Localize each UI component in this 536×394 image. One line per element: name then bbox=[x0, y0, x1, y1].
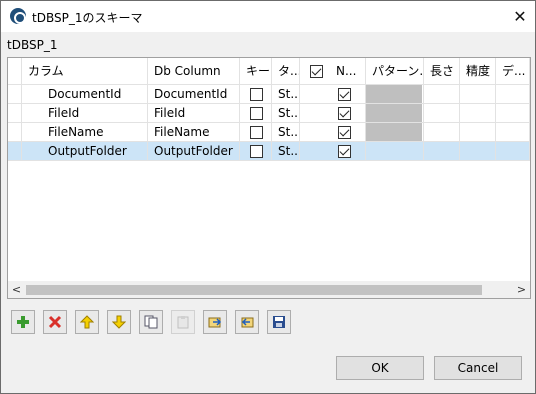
cancel-button[interactable]: Cancel bbox=[434, 356, 522, 380]
export-button[interactable] bbox=[235, 310, 259, 334]
cell-column[interactable]: FileId bbox=[22, 104, 148, 123]
header-default[interactable]: デ... bbox=[496, 58, 530, 85]
cell-type[interactable]: St... bbox=[272, 142, 300, 161]
copy-icon bbox=[144, 315, 158, 329]
cell-pattern[interactable] bbox=[366, 142, 424, 161]
table-row[interactable]: FileId FileId St... bbox=[8, 104, 530, 123]
header-precision[interactable]: 精度 bbox=[460, 58, 496, 85]
row-header bbox=[8, 104, 22, 123]
row-header bbox=[8, 85, 22, 104]
pattern-disabled-fill bbox=[366, 123, 422, 141]
schema-table: カラム Db Column キー タ... N... パターン... 長さ 精度… bbox=[7, 57, 531, 299]
header-column[interactable]: カラム bbox=[22, 58, 148, 85]
table-row[interactable]: DocumentId DocumentId St... bbox=[8, 85, 530, 104]
import-button[interactable] bbox=[203, 310, 227, 334]
close-button[interactable]: ✕ bbox=[505, 1, 535, 32]
header-length[interactable]: 長さ bbox=[424, 58, 460, 85]
row-header bbox=[8, 142, 22, 161]
key-checkbox[interactable] bbox=[250, 126, 263, 139]
add-button[interactable] bbox=[11, 310, 35, 334]
pattern-disabled-fill bbox=[366, 85, 422, 103]
ok-button[interactable]: OK bbox=[336, 356, 424, 380]
cell-nullable[interactable] bbox=[300, 123, 366, 142]
move-up-icon bbox=[80, 315, 94, 329]
key-checkbox[interactable] bbox=[250, 107, 263, 120]
pattern-disabled-fill bbox=[366, 104, 422, 122]
key-checkbox[interactable] bbox=[250, 145, 263, 158]
cell-length[interactable] bbox=[424, 85, 460, 104]
header-nullable-label: N... bbox=[336, 64, 357, 78]
header-key[interactable]: キー bbox=[240, 58, 272, 85]
export-icon bbox=[241, 317, 254, 328]
nullable-checkbox[interactable] bbox=[338, 107, 351, 120]
delete-button[interactable] bbox=[43, 310, 67, 334]
scroll-left-arrow[interactable]: < bbox=[8, 281, 25, 298]
cell-db-column[interactable]: FileId bbox=[148, 104, 240, 123]
cell-length[interactable] bbox=[424, 104, 460, 123]
key-checkbox[interactable] bbox=[250, 88, 263, 101]
cell-precision[interactable] bbox=[460, 85, 496, 104]
table-header: カラム Db Column キー タ... N... パターン... 長さ 精度… bbox=[8, 58, 530, 85]
cell-nullable[interactable] bbox=[300, 104, 366, 123]
cell-length[interactable] bbox=[424, 123, 460, 142]
move-up-button[interactable] bbox=[75, 310, 99, 334]
row-header-corner bbox=[8, 58, 22, 85]
nullable-checkbox[interactable] bbox=[338, 126, 351, 139]
cell-default[interactable] bbox=[496, 142, 530, 161]
horizontal-scrollbar[interactable]: < > bbox=[8, 281, 530, 298]
cell-type[interactable]: St... bbox=[272, 85, 300, 104]
cell-key[interactable] bbox=[240, 85, 272, 104]
cell-pattern bbox=[366, 123, 424, 142]
cell-key[interactable] bbox=[240, 123, 272, 142]
cell-precision[interactable] bbox=[460, 123, 496, 142]
cell-column[interactable]: FileName bbox=[22, 123, 148, 142]
cell-db-column[interactable]: DocumentId bbox=[148, 85, 240, 104]
cell-db-column[interactable]: OutputFolder bbox=[148, 142, 240, 161]
cell-pattern bbox=[366, 85, 424, 104]
move-down-button[interactable] bbox=[107, 310, 131, 334]
save-button[interactable] bbox=[267, 310, 291, 334]
talend-app-icon bbox=[10, 8, 26, 24]
move-down-icon bbox=[112, 315, 126, 329]
header-type[interactable]: タ... bbox=[272, 58, 300, 85]
window-title: tDBSP_1のスキーマ bbox=[32, 11, 143, 25]
header-nullable-checkbox[interactable] bbox=[310, 65, 323, 78]
cell-column[interactable]: OutputFolder bbox=[22, 142, 148, 161]
delete-icon bbox=[48, 315, 62, 329]
nullable-checkbox[interactable] bbox=[338, 145, 351, 158]
schema-name-label: tDBSP_1 bbox=[7, 38, 58, 52]
header-nullable[interactable]: N... bbox=[300, 58, 366, 85]
copy-button[interactable] bbox=[139, 310, 163, 334]
table-row[interactable]: FileName FileName St... bbox=[8, 123, 530, 142]
schema-dialog: tDBSP_1のスキーマ ✕ tDBSP_1 カラム Db Column キー … bbox=[0, 0, 536, 394]
cell-nullable[interactable] bbox=[300, 85, 366, 104]
table-row-selected[interactable]: OutputFolder OutputFolder St... bbox=[8, 142, 530, 161]
header-db-column[interactable]: Db Column bbox=[148, 58, 240, 85]
cell-default[interactable] bbox=[496, 85, 530, 104]
scroll-right-arrow[interactable]: > bbox=[513, 281, 530, 298]
header-pattern[interactable]: パターン... bbox=[366, 58, 424, 85]
title-bar: tDBSP_1のスキーマ ✕ bbox=[1, 1, 535, 32]
cell-type[interactable]: St... bbox=[272, 123, 300, 142]
cell-precision[interactable] bbox=[460, 104, 496, 123]
cell-nullable[interactable] bbox=[300, 142, 366, 161]
cell-length[interactable] bbox=[424, 142, 460, 161]
cell-default[interactable] bbox=[496, 104, 530, 123]
nullable-checkbox[interactable] bbox=[338, 88, 351, 101]
row-header bbox=[8, 123, 22, 142]
cell-pattern bbox=[366, 104, 424, 123]
paste-button[interactable] bbox=[171, 310, 195, 334]
cell-db-column[interactable]: FileName bbox=[148, 123, 240, 142]
paste-icon bbox=[177, 316, 189, 329]
add-icon bbox=[17, 316, 29, 328]
import-icon bbox=[208, 317, 222, 328]
cell-precision[interactable] bbox=[460, 142, 496, 161]
cell-column[interactable]: DocumentId bbox=[22, 85, 148, 104]
save-icon bbox=[273, 316, 285, 328]
scroll-thumb[interactable] bbox=[26, 285, 482, 295]
cell-type[interactable]: St... bbox=[272, 104, 300, 123]
cell-key[interactable] bbox=[240, 142, 272, 161]
cell-key[interactable] bbox=[240, 104, 272, 123]
cell-default[interactable] bbox=[496, 123, 530, 142]
